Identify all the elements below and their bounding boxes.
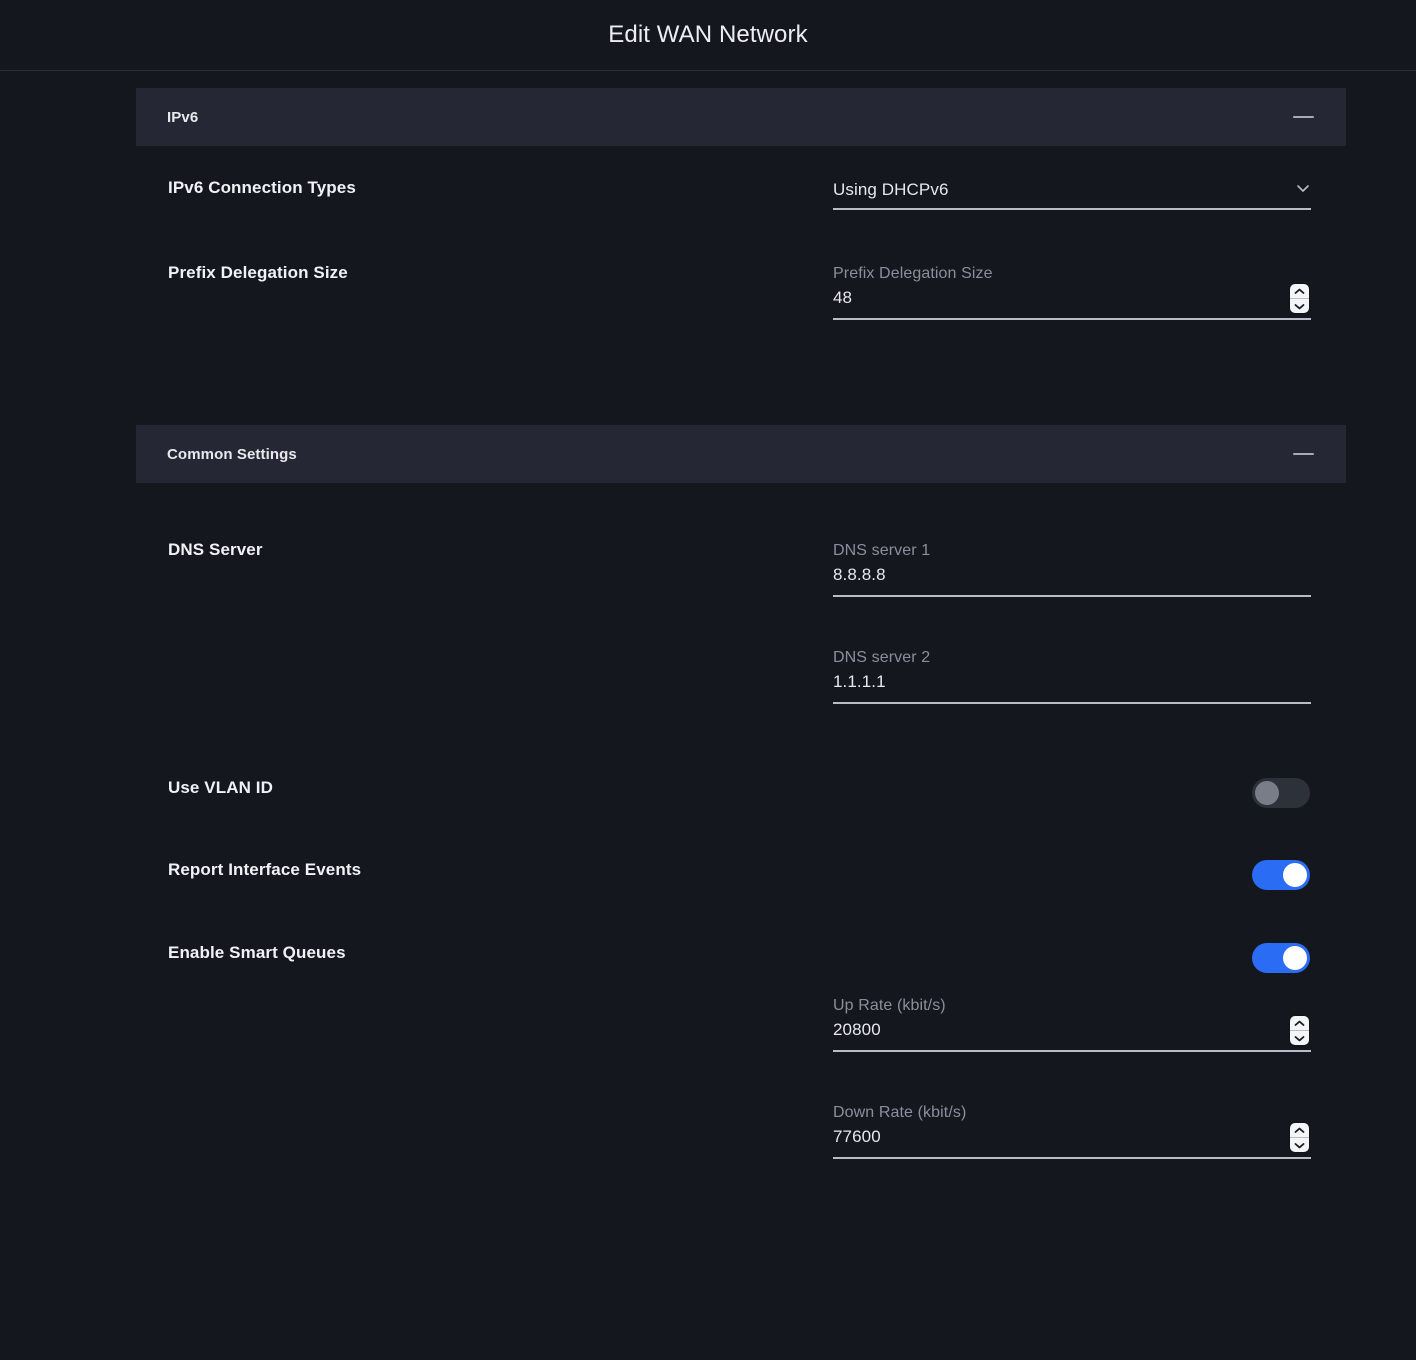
section-header-ipv6[interactable]: IPv6: [136, 88, 1346, 146]
section-spacer: [0, 320, 1416, 425]
down-rate-field-label: Down Rate (kbit/s): [833, 1102, 1311, 1124]
prefix-delegation-size-field[interactable]: Prefix Delegation Size 48: [833, 263, 1311, 320]
minus-icon[interactable]: [1293, 453, 1314, 455]
chevron-down-icon[interactable]: [1295, 180, 1311, 196]
stepper-icon[interactable]: [1290, 1123, 1309, 1152]
dns-server-1-field-label: DNS server 1: [833, 540, 1311, 562]
window-titlebar: Edit WAN Network: [0, 0, 1416, 71]
control-use-vlan-id: [833, 778, 1310, 808]
up-rate-field-label: Up Rate (kbit/s): [833, 995, 1311, 1017]
ipv6-connection-types-value: Using DHCPv6: [833, 178, 1311, 202]
minus-icon[interactable]: [1293, 116, 1314, 118]
control-ipv6-connection-types: Using DHCPv6: [833, 178, 1310, 210]
dns-server-2-field-label: DNS server 2: [833, 647, 1311, 669]
label-use-vlan-id: Use VLAN ID: [168, 778, 833, 798]
ipv6-connection-types-select[interactable]: Using DHCPv6: [833, 178, 1311, 210]
label-report-interface-events: Report Interface Events: [168, 860, 833, 880]
smart-queues-rate-fields: Up Rate (kbit/s) 20800: [833, 995, 1310, 1159]
section-title-ipv6: IPv6: [167, 109, 198, 126]
control-enable-smart-queues: Up Rate (kbit/s) 20800: [833, 943, 1310, 1159]
stepper-up-button[interactable]: [1290, 284, 1309, 299]
dns-server-1-value: 8.8.8.8: [833, 562, 1311, 588]
page-title: Edit WAN Network: [608, 21, 807, 49]
toggle-knob: [1283, 946, 1307, 970]
control-prefix-delegation-size: Prefix Delegation Size 48: [833, 263, 1310, 320]
control-report-interface-events: [833, 860, 1310, 890]
section-header-common-settings[interactable]: Common Settings: [136, 425, 1346, 483]
stepper-icon[interactable]: [1290, 284, 1309, 313]
row-enable-smart-queues: Enable Smart Queues Up Rate (kbit/s) 208…: [168, 890, 1310, 1159]
stepper-down-button[interactable]: [1290, 1138, 1309, 1152]
control-dns-server: DNS server 1 8.8.8.8 DNS server 2 1.1.1.…: [833, 540, 1310, 704]
dns-server-1-field[interactable]: DNS server 1 8.8.8.8: [833, 540, 1311, 597]
row-prefix-delegation-size: Prefix Delegation Size Prefix Delegation…: [168, 210, 1310, 320]
toggle-knob: [1283, 863, 1307, 887]
dns-server-2-field[interactable]: DNS server 2 1.1.1.1: [833, 647, 1311, 704]
down-rate-field[interactable]: Down Rate (kbit/s) 77600: [833, 1102, 1311, 1159]
label-ipv6-connection-types: IPv6 Connection Types: [168, 178, 833, 198]
section-body-common-settings: DNS Server DNS server 1 8.8.8.8 DNS serv…: [0, 483, 1416, 1159]
dns-server-2-value: 1.1.1.1: [833, 669, 1311, 695]
stepper-down-button[interactable]: [1290, 1031, 1309, 1045]
stepper-icon[interactable]: [1290, 1016, 1309, 1045]
section-body-ipv6: IPv6 Connection Types Using DHCPv6 Prefi…: [0, 146, 1416, 320]
up-rate-value: 20800: [833, 1017, 1311, 1043]
row-report-interface-events: Report Interface Events: [168, 808, 1310, 890]
toggle-enable-smart-queues[interactable]: [1252, 943, 1310, 973]
row-ipv6-connection-types: IPv6 Connection Types Using DHCPv6: [168, 146, 1310, 210]
toggle-knob: [1255, 781, 1279, 805]
stepper-down-button[interactable]: [1290, 299, 1309, 313]
section-title-common-settings: Common Settings: [167, 446, 297, 463]
label-enable-smart-queues: Enable Smart Queues: [168, 943, 833, 963]
label-prefix-delegation-size: Prefix Delegation Size: [168, 263, 833, 283]
settings-page: IPv6 IPv6 Connection Types Using DHCPv6 …: [0, 71, 1416, 1159]
stepper-up-button[interactable]: [1290, 1016, 1309, 1031]
prefix-delegation-size-field-label: Prefix Delegation Size: [833, 263, 1311, 285]
up-rate-field[interactable]: Up Rate (kbit/s) 20800: [833, 995, 1311, 1052]
row-dns-server: DNS Server DNS server 1 8.8.8.8 DNS serv…: [168, 483, 1310, 704]
stepper-up-button[interactable]: [1290, 1123, 1309, 1138]
toggle-report-interface-events[interactable]: [1252, 860, 1310, 890]
row-use-vlan-id: Use VLAN ID: [168, 704, 1310, 808]
down-rate-value: 77600: [833, 1124, 1311, 1150]
prefix-delegation-size-value: 48: [833, 285, 1311, 311]
toggle-use-vlan-id[interactable]: [1252, 778, 1310, 808]
label-dns-server: DNS Server: [168, 540, 833, 560]
